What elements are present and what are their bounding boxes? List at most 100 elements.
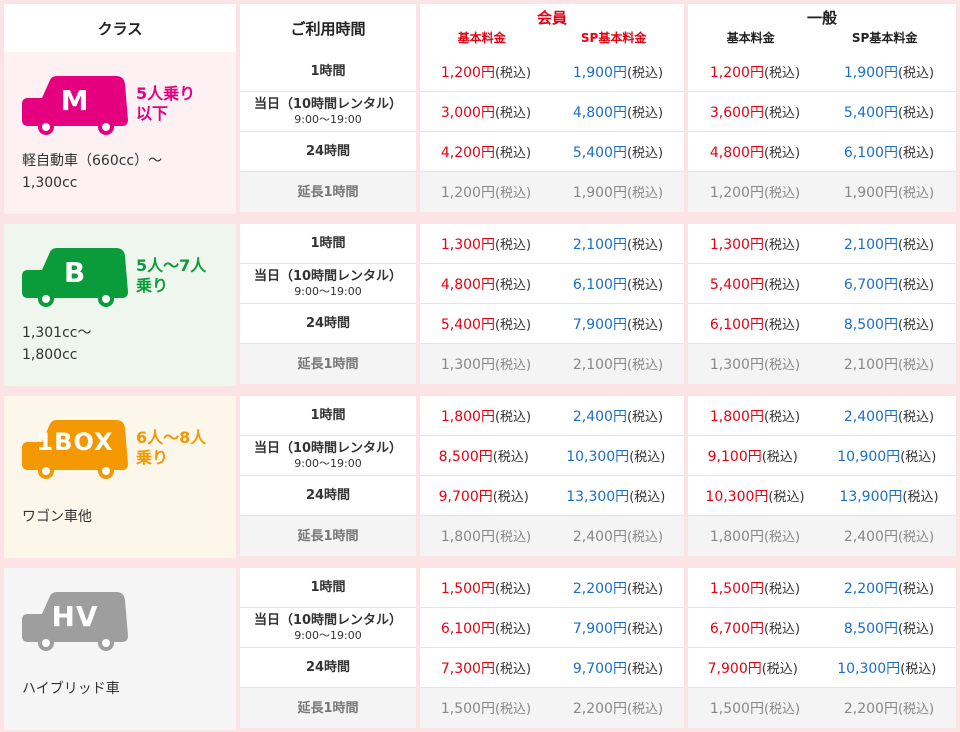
sp-price: 5,400円(税込)	[572, 144, 664, 161]
price-row: 1,800円(税込) 2,400円(税込)	[420, 396, 684, 436]
time-label: 当日（10時間レンタル）9:00〜19:00	[253, 96, 403, 126]
price-row: 1,500円(税込) 2,200円(税込)	[420, 688, 684, 728]
general-title: 一般	[806, 9, 837, 27]
car-icon: M	[22, 76, 128, 136]
base-price: 8,500円(税込)	[438, 448, 529, 465]
capacity-label: 5人乗り 以下	[136, 84, 196, 123]
time-row: 24時間	[240, 304, 416, 344]
sp-price: 2,400円(税込)	[572, 408, 664, 425]
base-price: 1,500円(税込)	[440, 701, 532, 717]
sp-price: 2,100円(税込)	[572, 236, 664, 253]
capacity-label: 6人〜8人 乗り	[136, 428, 207, 467]
sp-price: 8,500円(税込)	[843, 620, 935, 637]
class-header: クラス	[4, 4, 236, 52]
car-icon: B	[22, 248, 128, 308]
price-row: 1,800円(税込) 2,400円(税込)	[688, 516, 956, 556]
time-row: 1時間	[240, 568, 416, 608]
time-label: 1時間	[310, 64, 346, 79]
price-row: 1,300円(税込) 2,100円(税込)	[688, 224, 956, 264]
time-column: 1時間当日（10時間レンタル）9:00〜19:00 24時間延長1時間	[240, 568, 416, 730]
engine-size-label: ワゴン車他	[22, 509, 92, 525]
sp-price: 4,800円(税込)	[572, 104, 664, 121]
time-label: 当日（10時間レンタル）9:00〜19:00	[253, 268, 403, 298]
base-price: 1,200円(税込)	[709, 64, 801, 81]
sp-price: 7,900円(税込)	[572, 620, 664, 637]
price-row: 1,500円(税込) 2,200円(税込)	[420, 568, 684, 608]
base-price: 1,500円(税込)	[709, 580, 801, 597]
time-row: 24時間	[240, 476, 416, 516]
base-price: 10,300円(税込)	[705, 488, 805, 505]
price-row: 9,100円(税込) 10,900円(税込)	[688, 436, 956, 476]
sp-price: 1,900円(税込)	[843, 64, 935, 81]
table-header: クラス ご利用時間 会員 基本料金 SP基本料金 一般 基本料金 SP基本料金	[0, 0, 960, 52]
base-price: 9,100円(税込)	[707, 448, 798, 465]
time-column: 1時間 当日（10時間レンタル）9:00〜19:00 24時間 延長1時間	[240, 52, 416, 214]
class-badge: B	[63, 256, 87, 289]
time-column: 1時間当日（10時間レンタル）9:00〜19:00 24時間延長1時間	[240, 396, 416, 558]
sp-price: 2,200円(税込)	[572, 701, 664, 717]
car-icon: HV	[22, 592, 128, 652]
general-header: 一般 基本料金 SP基本料金	[688, 4, 956, 52]
sp-price: 13,300円(税込)	[566, 488, 666, 505]
time-row: 当日（10時間レンタル）9:00〜19:00	[240, 608, 416, 648]
sp-price: 2,400円(税込)	[572, 529, 664, 545]
time-label: 24時間	[305, 660, 351, 675]
base-price: 4,800円(税込)	[440, 276, 532, 293]
sp-price: 1,900円(税込)	[843, 185, 935, 201]
member-price-column: 1,500円(税込) 2,200円(税込) 6,100円(税込) 7,900円(税込)…	[420, 568, 684, 730]
base-price: 5,400円(税込)	[709, 276, 801, 293]
sp-price: 1,900円(税込)	[572, 185, 664, 201]
price-row: 1,200円(税込) 1,900円(税込)	[420, 172, 684, 212]
base-price: 1,200円(税込)	[709, 185, 801, 201]
time-label: 延長1時間	[297, 700, 359, 716]
class-section-b: B 5人〜7人 乗り 1,301cc〜 1,800cc 1時間 当日（10時間レンタル）…	[0, 224, 960, 386]
time-column: 1時間当日（10時間レンタル）9:00〜19:00 24時間 延長1時間	[240, 224, 416, 386]
price-row: 3,600円(税込) 5,400円(税込)	[688, 92, 956, 132]
time-row: 1時間	[240, 396, 416, 436]
base-price: 7,900円(税込)	[707, 660, 798, 677]
base-price: 1,500円(税込)	[709, 701, 801, 717]
class-section-hv: HV ハイブリッド車 1時間当日（10時間レンタル）9:00〜19:00 24時間延長…	[0, 568, 960, 730]
base-price: 1,800円(税込)	[440, 408, 532, 425]
class-badge: 1BOX	[36, 428, 114, 456]
time-range: 9:00〜19:00	[294, 284, 362, 298]
general-sp-label: SP基本料金	[851, 31, 918, 45]
general-base-label: 基本料金	[726, 31, 775, 45]
time-row: 24時間	[240, 132, 416, 172]
sp-price: 2,100円(税込)	[572, 357, 664, 373]
base-price: 1,300円(税込)	[440, 236, 532, 253]
base-price: 6,100円(税込)	[709, 316, 801, 333]
class-cell: HV ハイブリッド車	[4, 568, 236, 730]
member-price-column: 1,200円(税込) 1,900円(税込) 3,000円(税込) 4,800円(税込)…	[420, 52, 684, 214]
price-row: 6,100円(税込) 8,500円(税込)	[688, 304, 956, 344]
time-range: 9:00〜19:00	[294, 628, 362, 642]
price-row: 1,800円(税込) 2,400円(税込)	[688, 396, 956, 436]
time-label: 延長1時間	[297, 528, 359, 544]
price-row: 1,800円(税込) 2,400円(税込)	[420, 516, 684, 556]
price-row: 1,300円(税込) 2,100円(税込)	[420, 344, 684, 384]
base-price: 1,200円(税込)	[440, 185, 532, 201]
price-row: 6,100円(税込) 7,900円(税込)	[420, 608, 684, 648]
time-row: 延長1時間	[240, 344, 416, 384]
price-row: 9,700円(税込) 13,300円(税込)	[420, 476, 684, 516]
sp-price: 2,200円(税込)	[843, 701, 935, 717]
price-row: 4,800円(税込) 6,100円(税込)	[420, 264, 684, 304]
sp-price: 13,900円(税込)	[839, 488, 939, 505]
time-row: 当日（10時間レンタル）9:00〜19:00	[240, 92, 416, 132]
time-label: 24時間	[305, 144, 351, 159]
time-label: 1時間	[310, 236, 346, 251]
base-price: 1,300円(税込)	[709, 236, 801, 253]
price-row: 6,700円(税込) 8,500円(税込)	[688, 608, 956, 648]
sp-price: 6,100円(税込)	[843, 144, 935, 161]
time-header: ご利用時間	[240, 4, 416, 52]
time-row: 延長1時間	[240, 688, 416, 728]
time-label: 1時間	[310, 580, 346, 595]
class-section-m: M 5人乗り 以下 軽自動車（660cc）〜 1,300cc 1時間 当日（10時間レン…	[0, 52, 960, 214]
member-header: 会員 基本料金 SP基本料金	[420, 4, 684, 52]
price-row: 5,400円(税込) 6,700円(税込)	[688, 264, 956, 304]
price-row: 4,200円(税込) 5,400円(税込)	[420, 132, 684, 172]
base-price: 5,400円(税込)	[440, 316, 532, 333]
time-row: 24時間	[240, 648, 416, 688]
time-range: 9:00〜19:00	[294, 112, 362, 126]
time-label: 当日（10時間レンタル）9:00〜19:00	[253, 440, 403, 470]
